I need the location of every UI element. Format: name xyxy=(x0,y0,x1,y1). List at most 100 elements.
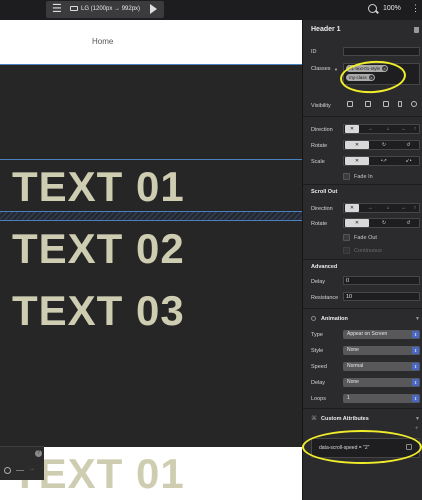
animation-heading: Animation xyxy=(321,316,348,322)
direction-down-icon[interactable]: ↓ xyxy=(381,125,395,133)
circle-icon[interactable] xyxy=(4,467,11,474)
chevron-updown-icon: ⇕ xyxy=(412,395,419,402)
divider xyxy=(303,116,422,117)
chevron-updown-icon: ⇕ xyxy=(412,363,419,370)
fade-out-checkbox[interactable] xyxy=(343,234,350,241)
section-guide xyxy=(0,159,302,160)
fade-in-checkbox[interactable] xyxy=(343,173,350,180)
more-icon[interactable]: ⋮ xyxy=(411,2,420,14)
rotate-cw-icon[interactable]: ↻ xyxy=(372,141,396,149)
direction-right-icon[interactable]: → xyxy=(363,125,377,133)
search-icon[interactable] xyxy=(368,4,377,13)
header-text-01[interactable]: TEXT 01 xyxy=(12,166,185,208)
type-select[interactable]: Appear on Screen ⇕ xyxy=(343,330,420,339)
resistance-value: 10 xyxy=(346,294,353,300)
fade-out-label: Fade Out xyxy=(354,235,377,241)
selected-padding-area xyxy=(0,211,302,221)
divider xyxy=(303,408,422,409)
direction-up-icon[interactable]: ↑ xyxy=(410,204,420,212)
scale-up-icon[interactable]: •↗ xyxy=(372,157,396,165)
resistance-label: Resistance xyxy=(311,295,339,301)
tablet-icon[interactable] xyxy=(383,101,389,107)
phone-icon[interactable] xyxy=(398,101,402,107)
annotation-ellipse xyxy=(302,430,422,464)
scale-label: Scale xyxy=(311,159,325,165)
rotate-ccw-icon[interactable]: ↺ xyxy=(397,141,420,149)
direction-segmented: ✕ → ↓ ← ↑ xyxy=(343,124,420,134)
classes-label: Classes xyxy=(311,66,331,72)
rotate-ccw-icon[interactable]: ↺ xyxy=(397,219,420,227)
type-value: Appear on Screen xyxy=(347,331,388,337)
desktop-icon[interactable] xyxy=(347,101,353,107)
eye-icon[interactable] xyxy=(411,101,417,107)
direction-right-icon[interactable]: → xyxy=(363,204,377,212)
collapse-icon[interactable]: ▼ xyxy=(415,416,420,422)
top-toolbar: ☰ LG (1200px → 992px) 100% ⋮ xyxy=(0,0,422,20)
arrow-right-icon[interactable]: → xyxy=(29,466,35,472)
divider xyxy=(303,184,422,185)
scale-none-button[interactable]: ✕ xyxy=(345,157,369,165)
direction-up-icon[interactable]: ↑ xyxy=(410,125,420,133)
direction-down-icon[interactable]: ↓ xyxy=(381,204,395,212)
add-attribute-icon[interactable]: + xyxy=(415,426,419,432)
loops-label: Loops xyxy=(311,396,326,402)
tag-icon: ⌘ xyxy=(311,416,317,422)
trash-icon[interactable] xyxy=(414,27,419,33)
delay-label: Delay xyxy=(311,279,326,285)
rotate-label: Rotate xyxy=(311,143,328,149)
rotate-cw-icon[interactable]: ↻ xyxy=(372,219,396,227)
header-text-03[interactable]: TEXT 03 xyxy=(12,290,185,332)
chevron-down-icon[interactable]: ▼ xyxy=(334,67,338,72)
section-guide xyxy=(0,64,302,65)
site-nav: Home xyxy=(0,20,302,64)
rotate-none-button[interactable]: ✕ xyxy=(345,141,369,149)
dash-icon xyxy=(16,470,24,471)
loops-select[interactable]: 1 ⇕ xyxy=(343,394,420,403)
loops-value: 1 xyxy=(347,395,350,401)
direction-none-button[interactable]: ✕ xyxy=(345,204,359,212)
style-select[interactable]: None ⇕ xyxy=(343,346,420,355)
delay-value: 0 xyxy=(346,278,350,284)
direction-left-icon[interactable]: ← xyxy=(399,125,409,133)
style-label: Style xyxy=(311,348,324,354)
laptop-icon xyxy=(70,5,78,11)
fade-in-label: Fade In xyxy=(354,174,373,180)
direction-left-icon[interactable]: ← xyxy=(399,204,409,212)
style-value: None xyxy=(347,347,359,353)
continuous-checkbox[interactable] xyxy=(343,247,350,254)
type-label: Type xyxy=(311,332,323,338)
direction-none-button[interactable]: ✕ xyxy=(345,125,359,133)
id-field[interactable] xyxy=(343,47,420,56)
chevron-updown-icon: ⇕ xyxy=(412,331,419,338)
speed-value: Normal xyxy=(347,363,364,369)
scale-down-icon[interactable]: ↙• xyxy=(397,157,420,165)
speed-select[interactable]: Normal ⇕ xyxy=(343,362,420,371)
delay-field[interactable] xyxy=(343,276,420,285)
zoom-level[interactable]: 100% xyxy=(383,3,401,15)
resistance-field[interactable] xyxy=(343,292,420,301)
design-canvas[interactable]: Home TEXT 01 TEXT 02 TEXT 03 TEXT 01 xyxy=(0,20,302,500)
scroll-out-direction-segmented: ✕ → ↓ ← ↑ xyxy=(343,203,420,213)
custom-attributes-heading: Custom Attributes xyxy=(321,416,369,422)
visibility-toggles xyxy=(343,100,420,110)
laptop-icon[interactable] xyxy=(365,101,371,107)
help-icon[interactable]: ? xyxy=(35,450,42,457)
divider xyxy=(303,259,422,260)
menu-icon[interactable]: ☰ xyxy=(52,3,64,15)
continuous-label: Continuous xyxy=(354,248,382,254)
direction-label: Direction xyxy=(311,206,333,212)
chevron-updown-icon: ⇕ xyxy=(412,379,419,386)
advanced-heading: Advanced xyxy=(311,264,338,270)
collapse-icon[interactable]: ▼ xyxy=(415,316,420,322)
id-label: ID xyxy=(311,49,317,55)
device-selector[interactable]: LG (1200px → 992px) xyxy=(70,3,140,15)
scroll-out-rotate-segmented: ✕ ↻ ↺ xyxy=(343,218,420,228)
play-icon[interactable] xyxy=(150,4,157,14)
header-text-02[interactable]: TEXT 02 xyxy=(12,228,185,270)
nav-home-link[interactable]: Home xyxy=(92,37,113,46)
animation-delay-select[interactable]: None ⇕ xyxy=(343,378,420,387)
delay-label: Delay xyxy=(311,380,326,386)
rotate-none-button[interactable]: ✕ xyxy=(345,219,369,227)
scroll-out-heading: Scroll Out xyxy=(311,189,338,195)
divider xyxy=(303,308,422,309)
